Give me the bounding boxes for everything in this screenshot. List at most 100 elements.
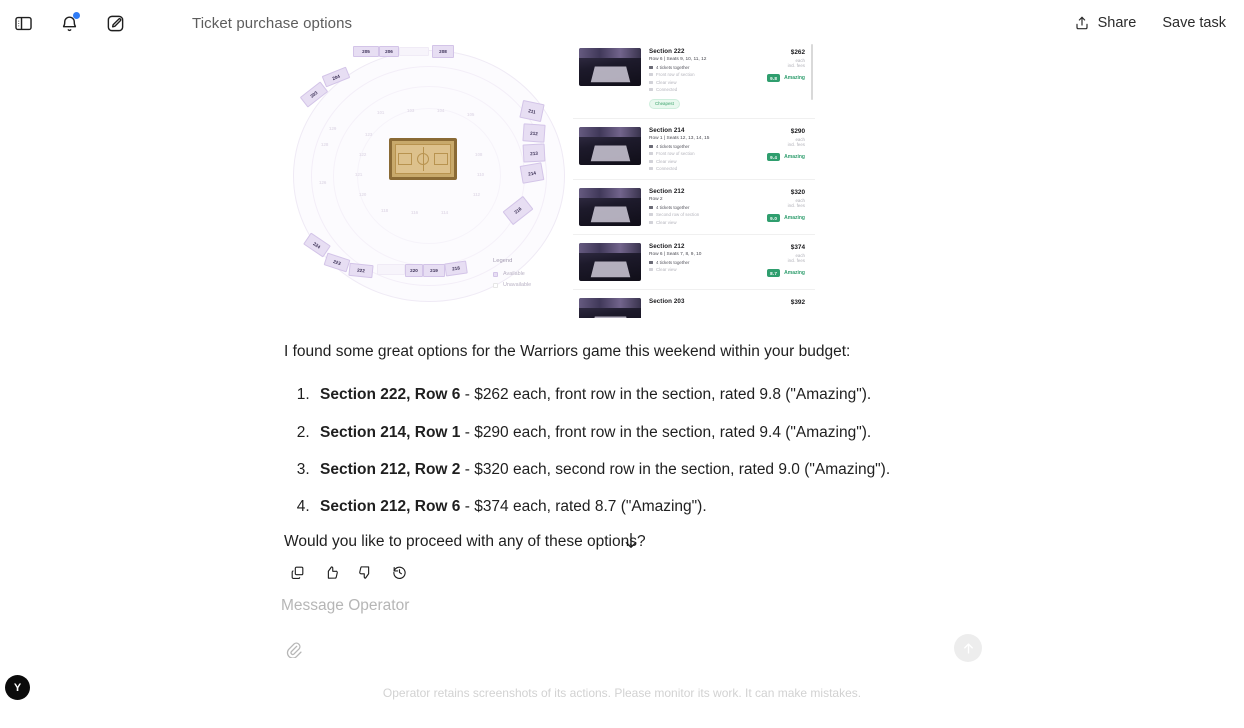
listing-feature: Clear view [649, 267, 751, 272]
listing-view-thumbnail[interactable] [579, 188, 641, 226]
clear-view-icon [649, 159, 653, 163]
listing-price-block: $392 [759, 298, 805, 306]
seat-map[interactable]: 203 204 205 206 208 211 212 213 214 216 … [285, 40, 585, 318]
listing-rating-label: Amazing [784, 270, 805, 276]
tickets-together-icon [649, 65, 653, 69]
send-button[interactable] [954, 634, 982, 662]
listing-rating-score: 9.0 [767, 214, 781, 222]
thumbs-down-icon [358, 566, 369, 579]
list-item: Section 222, Row 6 - $262 each, front ro… [314, 383, 962, 406]
notification-dot [73, 12, 80, 19]
list-item: Section 212, Row 2 - $320 each, second r… [314, 458, 962, 481]
listing-view-thumbnail[interactable] [579, 243, 641, 281]
listing-rating-score: 9.8 [767, 74, 781, 82]
listing-rating: 8.7 Amazing [759, 269, 805, 277]
tickets-together-icon [649, 205, 653, 209]
listing-feature: Front row of section [649, 151, 751, 156]
scroll-to-bottom-button[interactable] [620, 528, 642, 554]
listing-feature: 4 tickets together [649, 260, 751, 265]
compose-button[interactable] [100, 8, 130, 38]
listing-price-note: each [795, 136, 805, 142]
option-detail: - $374 each, rated 8.7 ("Amazing"). [460, 498, 707, 515]
map-section-221[interactable] [377, 264, 405, 275]
option-title: Section 212, Row 6 [320, 498, 461, 515]
message-action-bar [284, 563, 962, 581]
court-key-left [398, 153, 412, 165]
listing-price: $290 [790, 128, 805, 135]
map-ghost-label: 108 [475, 152, 483, 157]
map-ghost-label: 120 [359, 192, 367, 197]
attach-file-button[interactable] [282, 638, 304, 660]
listing-details: Section 212 Row 6 | Seats 7, 8, 9, 10 4 … [649, 243, 751, 272]
option-title: Section 212, Row 2 [320, 460, 461, 478]
map-section-208[interactable]: 208 [432, 45, 454, 58]
legend-available-swatch [493, 271, 498, 277]
listing-section: Section 203 [649, 298, 685, 305]
listing-details: Section 212 Row 2 4 tickets together Sec… [649, 188, 751, 225]
listing-view-thumbnail[interactable] [579, 298, 641, 318]
thumbs-up-button[interactable] [322, 563, 340, 581]
map-section-205[interactable]: 205 [353, 46, 379, 57]
front-row-icon [649, 152, 653, 155]
map-section-214[interactable]: 214 [519, 162, 545, 184]
share-label: Share [1097, 15, 1137, 31]
map-section-222[interactable]: 222 [348, 262, 374, 279]
map-ghost-label: 118 [381, 208, 389, 213]
map-ghost-label: 116 [411, 210, 419, 215]
map-section-219[interactable]: 219 [423, 264, 445, 277]
listing-row-seats: Row 2 [649, 197, 663, 202]
listing-fees-note: incl. fees [787, 258, 805, 263]
connected-icon [649, 88, 653, 91]
save-task-button[interactable]: Save task [1162, 15, 1226, 31]
listing-card[interactable]: Section 222 Row 6 | Seats 9, 10, 11, 12 … [573, 40, 815, 119]
listing-feature: Second row of section [649, 212, 751, 217]
map-ghost-label: 128 [321, 142, 329, 147]
map-section-220[interactable]: 220 [405, 264, 423, 277]
save-task-label: Save task [1162, 15, 1226, 31]
listing-feature-label: 4 tickets together [656, 64, 690, 70]
map-section-206[interactable]: 206 [379, 46, 399, 57]
listing-rating: 9.8 Amazing [759, 74, 805, 82]
map-ghost-label: 101 [377, 110, 385, 115]
legend-header[interactable]: Legend [493, 258, 579, 264]
listing-feature-label: Clear view [656, 219, 677, 225]
listing-view-thumbnail[interactable] [579, 127, 641, 165]
map-legend: Legend Available Unavailable [493, 258, 579, 293]
listing-feature-label: Connected [656, 87, 678, 92]
listing-feature-label: Front row of section [656, 151, 695, 156]
listing-fees-note: incl. fees [787, 63, 805, 68]
avatar-initial: Y [13, 681, 22, 694]
map-section-213[interactable]: 213 [522, 143, 546, 163]
listing-view-thumbnail[interactable] [579, 48, 641, 86]
listing-card[interactable]: Section 212 Row 6 | Seats 7, 8, 9, 10 4 … [573, 235, 815, 290]
sidebar-toggle-button[interactable] [8, 8, 38, 38]
listing-card[interactable]: Section 212 Row 2 4 tickets together Sec… [573, 180, 815, 235]
user-avatar[interactable]: Y [5, 675, 30, 700]
listing-card[interactable]: Section 214 Row 1 | Seats 12, 13, 14, 15… [573, 119, 815, 180]
regenerate-button[interactable] [390, 563, 408, 581]
listing-details: Section 203 [649, 298, 751, 305]
listing-card[interactable]: Section 203 $392 [573, 290, 815, 318]
listing-feature: Clear view [649, 220, 751, 225]
listing-details: Section 214 Row 1 | Seats 12, 13, 14, 15… [649, 127, 751, 171]
share-button[interactable]: Share [1074, 15, 1137, 31]
legend-unavailable-swatch [493, 282, 498, 288]
map-section-212[interactable]: 212 [522, 123, 546, 143]
listing-section: Section 214 [649, 127, 685, 134]
court-center-circle [417, 153, 429, 165]
embedded-screenshot[interactable]: 203 204 205 206 208 211 212 213 214 216 … [285, 40, 815, 318]
message-composer[interactable]: Message Operator [274, 586, 990, 670]
map-section-207[interactable] [399, 47, 429, 56]
legend-available-label: Available [503, 271, 525, 277]
copy-button[interactable] [288, 563, 306, 581]
ticket-listings-panel[interactable]: Section 222 Row 6 | Seats 9, 10, 11, 12 … [573, 40, 815, 318]
clear-view-icon [649, 80, 653, 84]
listings-scrollbar[interactable] [811, 44, 813, 100]
composer-placeholder: Message Operator [281, 597, 410, 614]
map-ghost-label: 105 [467, 112, 475, 117]
court-key-right [434, 153, 448, 165]
map-ghost-label: 122 [359, 152, 367, 157]
notifications-button[interactable] [54, 8, 84, 38]
thumbs-down-button[interactable] [356, 563, 374, 581]
top-bar-left-icons: Ticket purchase options [0, 8, 352, 38]
